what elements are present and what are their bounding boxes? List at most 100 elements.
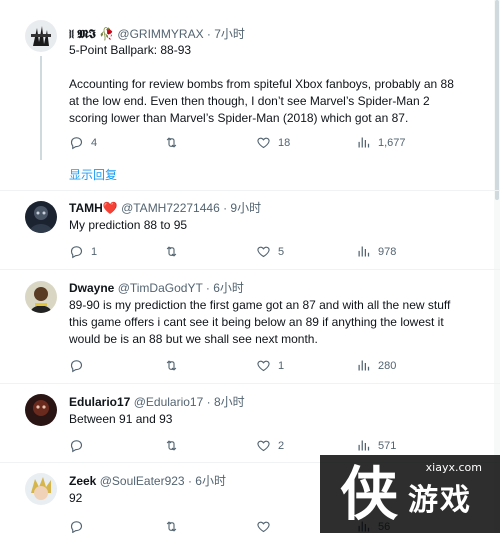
watermark-logo-char: 侠	[340, 460, 399, 528]
retweet-icon	[166, 246, 177, 257]
retweet-button[interactable]	[164, 244, 186, 259]
tweet-line: My prediction 88 to 95	[69, 218, 188, 232]
views-icon	[358, 137, 370, 148]
like-count: 5	[278, 245, 285, 258]
tweet-dwayne[interactable]: Dwayne @TimDaGodYT · 6小时 89-90 is my pre…	[0, 270, 500, 380]
tweet-actions: 2 571	[69, 438, 479, 454]
handle[interactable]: @TAMH72271446	[121, 201, 220, 215]
tweet-header: TAMH❤️ @TAMH72271446 · 9小时	[69, 201, 261, 216]
tweet-edulario17[interactable]: Edulario17 @Edulario17 · 8小时 Between 91 …	[0, 384, 500, 458]
like-count: 18	[278, 136, 291, 149]
timestamp[interactable]: · 6小时	[188, 474, 226, 488]
reply-button[interactable]: 1	[69, 244, 97, 259]
tweet-line: scoring lower than Marvel’s Spider-Man (…	[69, 111, 409, 125]
views-button[interactable]: 571	[356, 438, 396, 453]
timestamp[interactable]: · 6小时	[206, 281, 244, 295]
reply-button[interactable]	[69, 438, 91, 453]
handle[interactable]: @TimDaGodYT	[118, 281, 203, 295]
tweet-line: this game offers i cant see it being bel…	[69, 315, 444, 329]
like-icon	[257, 246, 270, 258]
tweet-line: would be is an 88 but we shall see next …	[69, 332, 318, 346]
tweet-line: at the low end. Even then though, I don’…	[69, 94, 430, 108]
reply-icon	[70, 246, 83, 259]
avatar[interactable]	[25, 473, 57, 505]
tweet-text: My prediction 88 to 95	[69, 217, 479, 234]
tweet-text: Between 91 and 93	[69, 411, 479, 428]
tweet-line: 89-90 is my prediction the first game go…	[69, 298, 451, 312]
tweet-header: ⧘⧙ 𝕸𝕴 🥀 @GRIMMYRAX · 7小时	[69, 27, 245, 42]
tweet-header: Dwayne @TimDaGodYT · 6小时	[69, 281, 244, 296]
timestamp[interactable]: · 9小时	[223, 201, 261, 215]
retweet-button[interactable]	[164, 358, 186, 373]
retweet-icon	[166, 521, 177, 532]
avatar[interactable]	[25, 281, 57, 313]
tweet-text: 89-90 is my prediction the first game go…	[69, 297, 479, 348]
retweet-button[interactable]	[164, 135, 186, 150]
tweet-text: 5-Point Ballpark: 88-93 Accounting for r…	[69, 42, 479, 127]
tweet-tamh[interactable]: TAMH❤️ @TAMH72271446 · 9小时 My prediction…	[0, 191, 500, 265]
retweet-icon	[166, 440, 177, 451]
views-icon	[358, 246, 370, 257]
like-icon	[257, 440, 270, 452]
display-name[interactable]: TAMH❤️	[69, 201, 118, 215]
tweet-header: Zeek @SoulEater923 · 6小时	[69, 474, 226, 489]
views-button[interactable]: 978	[356, 244, 396, 259]
retweet-icon	[166, 137, 177, 148]
reply-count: 1	[91, 245, 98, 258]
reply-icon	[70, 440, 83, 453]
like-icon	[257, 360, 270, 372]
view-count: 1,677	[378, 136, 406, 149]
retweet-button[interactable]	[164, 519, 186, 533]
tweet-line: 5-Point Ballpark: 88-93	[69, 43, 192, 57]
view-count: 571	[378, 439, 397, 452]
like-count: 2	[278, 439, 285, 452]
timestamp[interactable]: · 8小时	[207, 395, 245, 409]
avatar[interactable]	[25, 394, 57, 426]
like-button[interactable]: 5	[256, 244, 284, 259]
show-replies-link[interactable]: 显示回复	[69, 166, 117, 183]
views-icon	[358, 360, 370, 371]
avatar[interactable]	[25, 20, 57, 52]
watermark: xiayx.com 侠 游戏	[320, 455, 500, 533]
reply-count: 4	[91, 136, 98, 149]
like-button[interactable]	[256, 519, 278, 533]
avatar[interactable]	[25, 201, 57, 233]
reply-button[interactable]: 4	[69, 135, 97, 150]
like-icon	[257, 521, 270, 533]
reply-icon	[70, 521, 83, 533]
tweet-actions: 1 280	[69, 358, 479, 374]
like-icon	[257, 137, 270, 149]
thread-line	[40, 56, 42, 160]
views-button[interactable]: 280	[356, 358, 396, 373]
like-button[interactable]: 18	[256, 135, 290, 150]
reply-button[interactable]	[69, 519, 91, 533]
display-name[interactable]: Zeek	[69, 474, 96, 488]
handle[interactable]: @Edulario17	[134, 395, 204, 409]
handle[interactable]: @GRIMMYRAX	[117, 27, 203, 41]
tweet-actions: 1 5 978	[69, 244, 479, 260]
reply-icon	[70, 360, 83, 373]
tweet-grimmyrax[interactable]: ⧘⧙ 𝕸𝕴 🥀 @GRIMMYRAX · 7小时 5-Point Ballpar…	[0, 0, 500, 185]
view-count: 280	[378, 359, 397, 372]
tweet-actions: 4 18 1,677	[69, 135, 479, 151]
display-name[interactable]: ⧘⧙ 𝕸𝕴 🥀	[69, 27, 114, 41]
timestamp[interactable]: · 7小时	[207, 27, 245, 41]
view-count: 978	[378, 245, 397, 258]
reply-button[interactable]	[69, 358, 91, 373]
display-name[interactable]: Dwayne	[69, 281, 114, 295]
watermark-url: xiayx.com	[425, 461, 482, 474]
tweet-line: Between 91 and 93	[69, 412, 173, 426]
views-icon	[358, 440, 370, 451]
display-name[interactable]: Edulario17	[69, 395, 130, 409]
tweet-line: Accounting for review bombs from spitefu…	[69, 77, 454, 91]
retweet-icon	[166, 360, 177, 371]
retweet-button[interactable]	[164, 438, 186, 453]
tweet-header: Edulario17 @Edulario17 · 8小时	[69, 395, 245, 410]
watermark-logo-text: 游戏	[408, 483, 472, 518]
views-button[interactable]: 1,677	[356, 135, 406, 150]
like-button[interactable]: 2	[256, 438, 284, 453]
like-button[interactable]: 1	[256, 358, 284, 373]
like-count: 1	[278, 359, 285, 372]
handle[interactable]: @SoulEater923	[100, 474, 185, 488]
